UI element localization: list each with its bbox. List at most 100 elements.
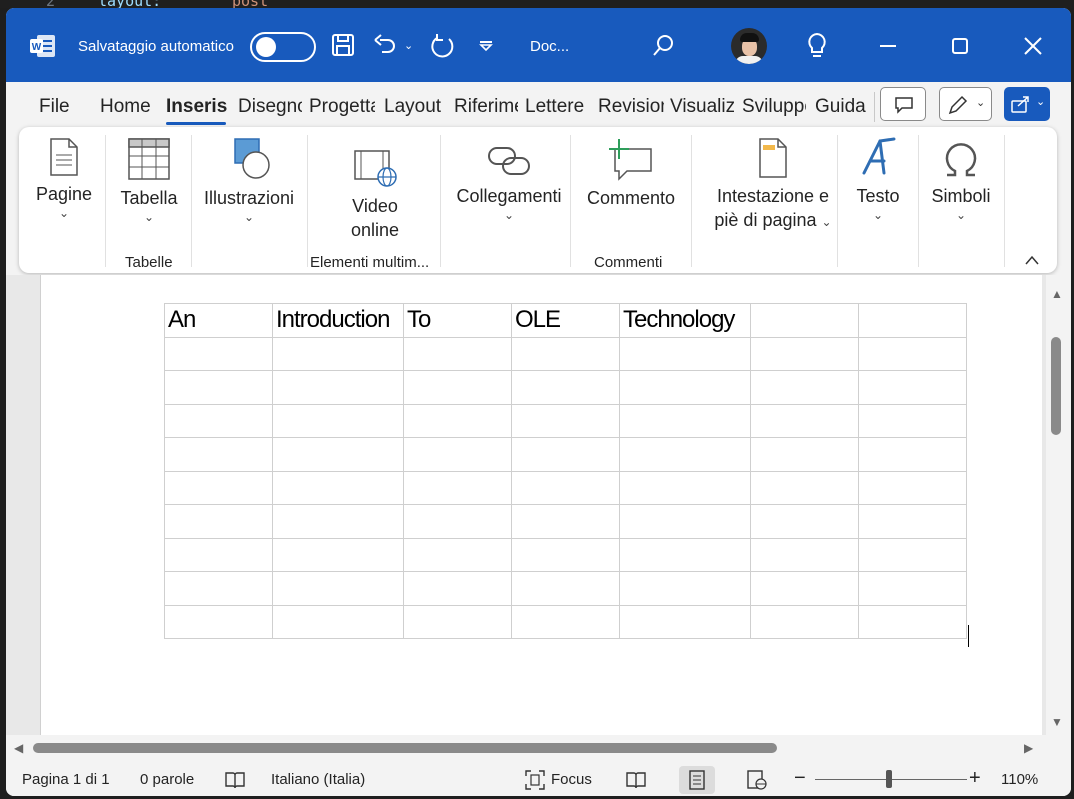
vertical-scroll-thumb[interactable]	[1051, 337, 1061, 435]
tab-lettere[interactable]: Lettere	[525, 96, 584, 118]
tab-home[interactable]: Home	[100, 96, 151, 118]
web-layout-icon[interactable]	[746, 769, 768, 791]
table-cell[interactable]: Technology	[619, 303, 751, 338]
document-page[interactable]: An Introduction To OLE Technology	[40, 275, 1042, 735]
table-cell[interactable]	[164, 604, 273, 639]
tab-revisione[interactable]: Revisione	[598, 96, 664, 118]
read-mode-icon[interactable]	[625, 769, 647, 791]
zoom-in-icon[interactable]: +	[969, 767, 981, 790]
proofing-book-icon[interactable]	[224, 770, 246, 790]
table-cell[interactable]	[858, 336, 967, 371]
table-cell[interactable]	[750, 370, 859, 405]
tab-progettazione[interactable]: Progettazione	[309, 96, 375, 118]
table-cell[interactable]	[619, 537, 751, 572]
collegamenti-button[interactable]: Collegamenti ⌄	[451, 143, 567, 222]
table-cell[interactable]	[750, 571, 859, 606]
tab-riferimenti[interactable]: Riferimenti	[454, 96, 518, 118]
table-cell[interactable]	[164, 403, 273, 438]
page-count[interactable]: Pagina 1 di 1	[22, 771, 110, 788]
table-cell[interactable]	[619, 470, 751, 505]
table-cell[interactable]	[164, 370, 273, 405]
word-count[interactable]: 0 parole	[140, 771, 194, 788]
table-cell[interactable]	[858, 571, 967, 606]
table-cell[interactable]	[403, 336, 512, 371]
minimize-icon[interactable]	[880, 44, 896, 48]
table-cell[interactable]	[511, 504, 620, 539]
language-indicator[interactable]: Italiano (Italia)	[271, 771, 365, 788]
save-icon[interactable]	[331, 33, 355, 57]
print-layout-view-button[interactable]	[679, 766, 715, 794]
horizontal-scroll-thumb[interactable]	[33, 743, 777, 753]
comments-button[interactable]	[880, 87, 926, 121]
table-cell[interactable]	[619, 504, 751, 539]
testo-button[interactable]: Testo ⌄	[845, 137, 911, 222]
table-cell[interactable]	[511, 437, 620, 472]
lightbulb-icon[interactable]	[806, 32, 828, 60]
tab-layout[interactable]: Layout	[384, 96, 441, 118]
table-cell[interactable]	[619, 336, 751, 371]
tab-inserisci[interactable]: Inserisci	[166, 96, 228, 118]
document-title[interactable]: Doc...	[530, 38, 569, 55]
table-cell[interactable]	[858, 370, 967, 405]
collapse-ribbon-chevron-up-icon[interactable]	[1025, 255, 1039, 265]
table-cell[interactable]	[164, 336, 273, 371]
table-cell[interactable]	[619, 403, 751, 438]
table-cell[interactable]	[750, 470, 859, 505]
vertical-scrollbar[interactable]: ▲ ▼	[1046, 275, 1071, 735]
table-cell[interactable]	[403, 370, 512, 405]
horizontal-scrollbar[interactable]: ◀ ▶	[6, 735, 1046, 761]
scroll-up-arrow-icon[interactable]: ▲	[1051, 287, 1063, 301]
table-cell[interactable]	[750, 604, 859, 639]
table-cell[interactable]	[750, 303, 859, 338]
table-cell[interactable]	[272, 504, 404, 539]
table-cell[interactable]	[403, 604, 512, 639]
user-avatar[interactable]	[731, 28, 767, 64]
table-cell[interactable]	[403, 403, 512, 438]
table-cell[interactable]	[272, 470, 404, 505]
table-cell[interactable]	[619, 571, 751, 606]
table-cell[interactable]: OLE	[511, 303, 620, 338]
table-cell[interactable]	[164, 571, 273, 606]
table-cell[interactable]	[272, 336, 404, 371]
focus-icon[interactable]	[524, 769, 546, 791]
document-table[interactable]: An Introduction To OLE Technology	[164, 303, 967, 639]
table-cell[interactable]	[272, 403, 404, 438]
table-cell[interactable]	[750, 504, 859, 539]
autosave-toggle[interactable]	[250, 32, 316, 62]
search-icon[interactable]	[651, 34, 675, 58]
illustrazioni-button[interactable]: Illustrazioni ⌄	[201, 137, 297, 224]
tab-visualizza[interactable]: Visualizza	[670, 96, 734, 118]
table-cell[interactable]	[272, 571, 404, 606]
table-cell[interactable]	[750, 336, 859, 371]
redo-icon[interactable]	[429, 32, 457, 60]
table-cell[interactable]	[511, 604, 620, 639]
table-cell[interactable]	[858, 437, 967, 472]
table-cell[interactable]	[858, 303, 967, 338]
video-online-button[interactable]: Video online	[329, 147, 421, 242]
table-cell[interactable]	[164, 470, 273, 505]
scroll-left-arrow-icon[interactable]: ◀	[14, 741, 23, 755]
tab-guida[interactable]: Guida	[815, 96, 866, 118]
tab-file[interactable]: File	[39, 96, 70, 118]
table-cell[interactable]	[272, 604, 404, 639]
table-cell[interactable]	[858, 403, 967, 438]
undo-icon[interactable]	[372, 32, 398, 58]
table-cell[interactable]	[619, 437, 751, 472]
tabella-button[interactable]: Tabella ⌄	[115, 137, 183, 224]
table-cell[interactable]	[403, 437, 512, 472]
table-cell[interactable]	[511, 537, 620, 572]
table-cell[interactable]	[511, 370, 620, 405]
tab-sviluppo[interactable]: Sviluppo	[742, 96, 806, 118]
share-button[interactable]: ⌄	[1004, 87, 1050, 121]
zoom-slider-thumb[interactable]	[886, 770, 892, 788]
table-cell[interactable]	[511, 403, 620, 438]
table-cell[interactable]	[858, 504, 967, 539]
table-cell[interactable]: An	[164, 303, 273, 338]
table-cell[interactable]	[164, 504, 273, 539]
intestazione-button[interactable]: Intestazione e piè di pagina ⌄	[699, 137, 847, 234]
maximize-icon[interactable]	[952, 38, 968, 54]
table-cell[interactable]	[511, 571, 620, 606]
table-cell[interactable]	[750, 437, 859, 472]
table-cell[interactable]	[403, 571, 512, 606]
editing-mode-button[interactable]: ⌄	[939, 87, 992, 121]
